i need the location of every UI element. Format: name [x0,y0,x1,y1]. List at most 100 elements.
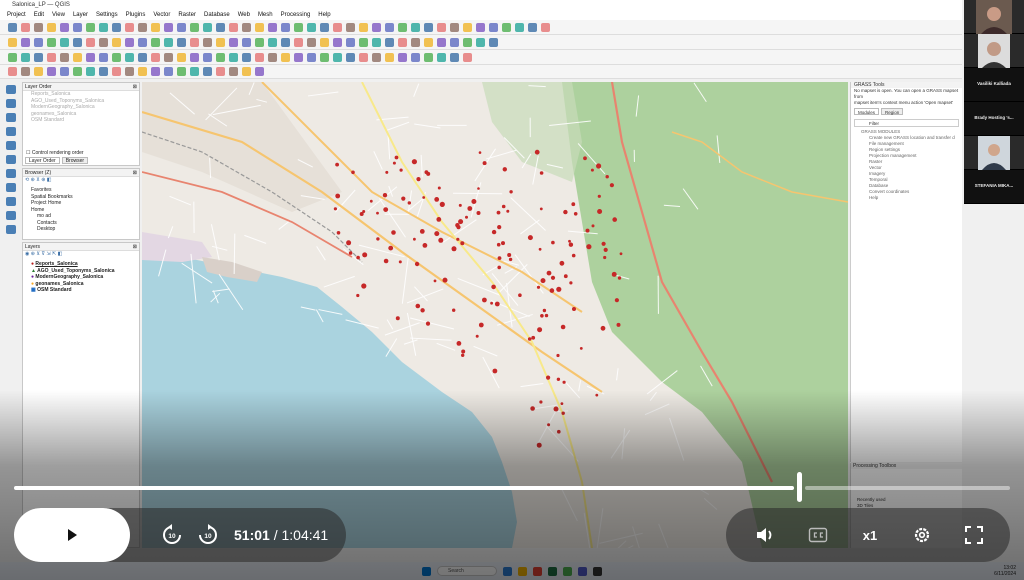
report-point[interactable] [422,196,426,199]
vertex-tool-icon[interactable] [6,85,16,94]
report-point[interactable] [383,207,389,212]
toolbar-tool-icon[interactable] [463,37,472,47]
report-point[interactable] [425,321,431,326]
report-point[interactable] [369,199,373,203]
report-point[interactable] [540,314,544,318]
toolbar-tool-icon[interactable] [242,22,251,32]
report-point[interactable] [335,162,339,167]
toolbar-tool-icon[interactable] [60,22,69,32]
report-point[interactable] [617,276,622,280]
report-point[interactable] [546,270,552,276]
report-point[interactable] [482,161,487,166]
report-point[interactable] [596,163,602,169]
toolbar-tool-icon[interactable] [34,52,43,62]
menu-item[interactable]: View [51,10,66,20]
report-point[interactable] [361,283,367,289]
toolbar-tool-icon[interactable] [450,22,459,32]
folder-icon[interactable] [518,566,527,576]
toolbar-tool-icon[interactable] [320,22,329,32]
report-point[interactable] [562,380,566,384]
toolbar-tool-icon[interactable] [359,22,368,32]
toolbar-tool-icon[interactable] [21,67,30,76]
report-point[interactable] [458,219,464,225]
start-icon[interactable] [422,566,431,576]
toolbar-tool-icon[interactable] [125,22,134,32]
report-point[interactable] [439,201,445,207]
toolbar-tool-icon[interactable] [125,37,134,47]
report-point[interactable] [461,353,465,357]
playback-speed-button[interactable]: x1 [857,522,883,548]
toolbar-tool-icon[interactable] [112,52,121,62]
toolbar-tool-icon[interactable] [294,22,303,32]
toolbar-tool-icon[interactable] [112,22,121,32]
report-point[interactable] [540,278,546,284]
menu-item[interactable]: Layer [72,10,89,20]
toolbar-tool-icon[interactable] [99,37,108,47]
toolbar-tool-icon[interactable] [151,67,160,76]
toolbar-tool-icon[interactable] [385,52,394,62]
report-point[interactable] [508,257,513,262]
toolbar-tool-icon[interactable] [398,37,407,47]
toolbar-tool-icon[interactable] [47,22,56,32]
report-point[interactable] [527,235,533,241]
qgis-icon[interactable] [563,566,572,576]
report-point[interactable] [477,187,480,190]
report-point[interactable] [437,186,441,190]
toolbar-tool-icon[interactable] [359,37,368,47]
layer-add-icon[interactable] [6,225,16,234]
toolbar-tool-icon[interactable] [372,52,381,62]
menu-item[interactable]: Mesh [257,10,274,20]
app-icon[interactable] [503,566,512,576]
menu-item[interactable]: Web [237,10,251,20]
report-point[interactable] [579,347,583,350]
toolbar-tool-icon[interactable] [86,67,95,76]
toolbar-tool-icon[interactable] [99,67,108,76]
report-point[interactable] [467,206,473,211]
report-point[interactable] [551,240,555,245]
rewind-10-button[interactable]: 10 [159,522,185,548]
toolbar-tool-icon[interactable] [255,52,264,62]
toolbar-tool-icon[interactable] [411,37,420,47]
report-point[interactable] [458,203,462,207]
toolbar-tool-icon[interactable] [515,22,524,32]
toolbar-tool-icon[interactable] [151,37,160,47]
play-button[interactable] [14,508,130,562]
report-point[interactable] [455,223,460,228]
toolbar-tool-icon[interactable] [190,67,199,76]
menu-item[interactable]: Settings [95,10,119,20]
report-point[interactable] [451,246,457,252]
report-point[interactable] [496,242,501,247]
excel-icon[interactable] [548,566,557,576]
close-icon[interactable]: ⊠ [133,169,137,176]
report-point[interactable] [411,159,417,165]
toolbar-tool-icon[interactable] [8,67,17,76]
report-point[interactable] [539,207,543,211]
toolbar-tool-icon[interactable] [476,37,485,47]
toolbar-tool-icon[interactable] [255,37,264,47]
report-point[interactable] [530,406,535,411]
report-point[interactable] [496,210,501,215]
toolbar-tool-icon[interactable] [242,37,251,47]
toolbar-tool-icon[interactable] [424,22,433,32]
toolbar-tool-icon[interactable] [307,22,316,32]
report-point[interactable] [414,261,420,267]
toolbar-tool-icon[interactable] [437,22,446,32]
report-point[interactable] [356,293,360,298]
toolbar-tool-icon[interactable] [151,52,160,62]
toolbar-tool-icon[interactable] [242,67,251,76]
report-point[interactable] [612,217,617,222]
toolbar-tool-icon[interactable] [437,52,446,62]
layer-add-icon[interactable] [6,211,16,220]
toolbar-tool-icon[interactable] [164,22,173,32]
captions-button[interactable] [805,522,831,548]
toolbar-tool-icon[interactable] [138,52,147,62]
progress-bar[interactable] [14,472,1010,502]
toolbar-tool-icon[interactable] [437,37,446,47]
report-point[interactable] [436,217,442,222]
toolbar-tool-icon[interactable] [372,22,381,32]
toolbar-tool-icon[interactable] [255,22,264,32]
toolbar-tool-icon[interactable] [60,37,69,47]
forward-10-button[interactable]: 10 [195,522,221,548]
toolbar-tool-icon[interactable] [99,22,108,32]
report-point[interactable] [398,260,402,264]
